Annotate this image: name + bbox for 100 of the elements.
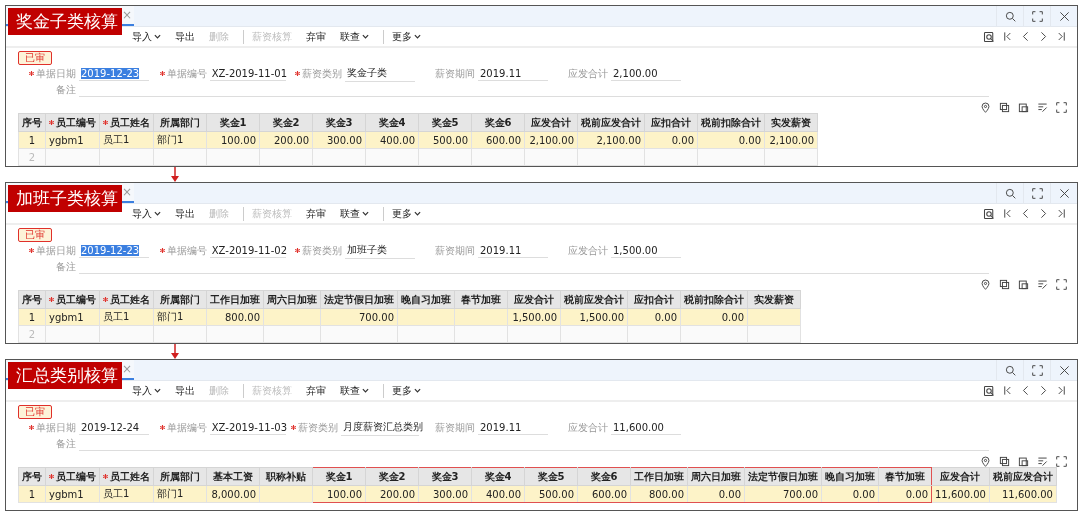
toolbar-button[interactable]: 弃审 xyxy=(306,383,326,398)
column-header: 序号 xyxy=(18,290,46,309)
fullscreen-icon[interactable] xyxy=(1031,187,1043,199)
input-field[interactable]: 1,500.00 xyxy=(611,243,681,258)
chevron-down-icon xyxy=(154,34,161,39)
input-field[interactable]: 2,100.00 xyxy=(611,66,681,81)
column-header: 晚自习加班 xyxy=(397,290,455,309)
document-search-icon[interactable] xyxy=(983,384,995,397)
first-record-icon[interactable] xyxy=(1002,208,1013,219)
fullscreen-icon[interactable] xyxy=(1031,364,1043,376)
column-header: 法定节假日加班 xyxy=(320,290,398,309)
column-header: 员工编号 xyxy=(45,290,100,309)
field-label: 单据编号 xyxy=(166,420,207,435)
field-label: 单据日期 xyxy=(36,420,76,435)
first-record-icon[interactable] xyxy=(1002,385,1013,396)
toolbar-button[interactable]: 弃审 xyxy=(306,29,326,44)
toolbar-button[interactable]: 更多 xyxy=(383,29,421,44)
input-field[interactable]: 2019.11 xyxy=(478,66,548,81)
next-icon[interactable] xyxy=(1038,31,1049,42)
column-header: 奖金2 xyxy=(365,467,419,486)
column-header: 序号 xyxy=(18,467,46,486)
column-header: 员工姓名 xyxy=(99,113,154,132)
input-field[interactable]: 加班子类 xyxy=(345,242,415,259)
toolbar-button[interactable]: 导出 xyxy=(175,29,195,44)
first-record-icon[interactable] xyxy=(1002,31,1013,42)
field-label: 备注 xyxy=(56,259,76,274)
fullscreen-icon[interactable] xyxy=(1031,10,1043,22)
paste-icon[interactable] xyxy=(1018,279,1029,290)
pin-icon[interactable] xyxy=(980,102,991,113)
column-header: 员工编号 xyxy=(45,467,100,486)
column-header: 员工姓名 xyxy=(99,467,154,486)
column-header: 奖金4 xyxy=(365,113,419,132)
toolbar-button[interactable]: 联查 xyxy=(340,383,369,398)
toolbar-button[interactable]: 联查 xyxy=(340,206,369,221)
column-header: 所属部门 xyxy=(153,113,207,132)
column-header: 税前扣除合计 xyxy=(697,113,765,132)
input-field[interactable]: XZ-2019-11-01 xyxy=(209,66,286,81)
input-field[interactable]: 11,600.00 xyxy=(611,420,681,435)
close-icon[interactable] xyxy=(1058,364,1070,376)
document-search-icon[interactable] xyxy=(983,207,995,220)
toolbar-button[interactable]: 导出 xyxy=(175,383,195,398)
toolbar-button[interactable]: 导出 xyxy=(175,206,195,221)
close-icon[interactable] xyxy=(1058,187,1070,199)
copy-icon[interactable] xyxy=(999,456,1010,467)
column-header: 奖金5 xyxy=(418,113,472,132)
search-icon[interactable] xyxy=(1004,10,1016,22)
toolbar-button[interactable]: 导入 xyxy=(132,383,161,398)
fullscreen-icon[interactable] xyxy=(1056,456,1067,467)
copy-icon[interactable] xyxy=(999,102,1010,113)
field-label: 应发合计 xyxy=(568,243,608,258)
field-label: 备注 xyxy=(56,82,76,97)
fullscreen-icon[interactable] xyxy=(1056,279,1067,290)
column-header: 税前应发合计 xyxy=(560,290,628,309)
edit-icon[interactable] xyxy=(1037,456,1048,467)
input-field[interactable]: 2019.11 xyxy=(478,243,548,258)
close-icon[interactable] xyxy=(1058,10,1070,22)
search-icon[interactable] xyxy=(1004,187,1016,199)
previous-icon[interactable] xyxy=(1020,208,1031,219)
input-field[interactable]: XZ-2019-11-03 xyxy=(209,420,286,435)
column-header: 奖金4 xyxy=(471,467,525,486)
column-header: 职称补贴 xyxy=(259,467,313,486)
column-header: 实发薪资 xyxy=(764,113,818,132)
column-header: 应扣合计 xyxy=(627,290,681,309)
column-header: 奖金3 xyxy=(312,113,366,132)
last-record-icon[interactable] xyxy=(1056,31,1067,42)
column-header: 所属部门 xyxy=(153,467,207,486)
search-icon[interactable] xyxy=(1004,364,1016,376)
down-arrow xyxy=(171,344,179,359)
document-search-icon[interactable] xyxy=(983,30,995,43)
field-label: 薪资类别 xyxy=(302,66,342,81)
last-record-icon[interactable] xyxy=(1056,208,1067,219)
paste-icon[interactable] xyxy=(1018,102,1029,113)
input-field[interactable]: XZ-2019-11-02 xyxy=(209,243,286,258)
input-field[interactable]: 2019.11 xyxy=(478,420,548,435)
input-field[interactable]: 2019-12-24 xyxy=(79,420,149,435)
toolbar-button[interactable]: 导入 xyxy=(132,206,161,221)
toolbar-button[interactable]: 弃审 xyxy=(306,206,326,221)
edit-icon[interactable] xyxy=(1037,102,1048,113)
next-icon[interactable] xyxy=(1038,208,1049,219)
previous-icon[interactable] xyxy=(1020,385,1031,396)
column-header: 应发合计 xyxy=(524,113,578,132)
last-record-icon[interactable] xyxy=(1056,385,1067,396)
edit-icon[interactable] xyxy=(1037,279,1048,290)
toolbar-button[interactable]: 导入 xyxy=(132,29,161,44)
column-header: 周六日加班 xyxy=(263,290,321,309)
toolbar-button[interactable]: 联查 xyxy=(340,29,369,44)
caption-label: 加班子类核算 xyxy=(8,185,122,212)
toolbar-button[interactable]: 更多 xyxy=(383,383,421,398)
copy-icon[interactable] xyxy=(999,279,1010,290)
pin-icon[interactable] xyxy=(980,456,991,467)
toolbar-button[interactable]: 更多 xyxy=(383,206,421,221)
chevron-down-icon xyxy=(362,211,369,216)
previous-icon[interactable] xyxy=(1020,31,1031,42)
column-header: 所属部门 xyxy=(153,290,207,309)
fullscreen-icon[interactable] xyxy=(1056,102,1067,113)
input-field[interactable]: 奖金子类 xyxy=(345,65,415,82)
pin-icon[interactable] xyxy=(980,279,991,290)
next-icon[interactable] xyxy=(1038,385,1049,396)
paste-icon[interactable] xyxy=(1018,456,1029,467)
field-label: 薪资期间 xyxy=(435,243,475,258)
